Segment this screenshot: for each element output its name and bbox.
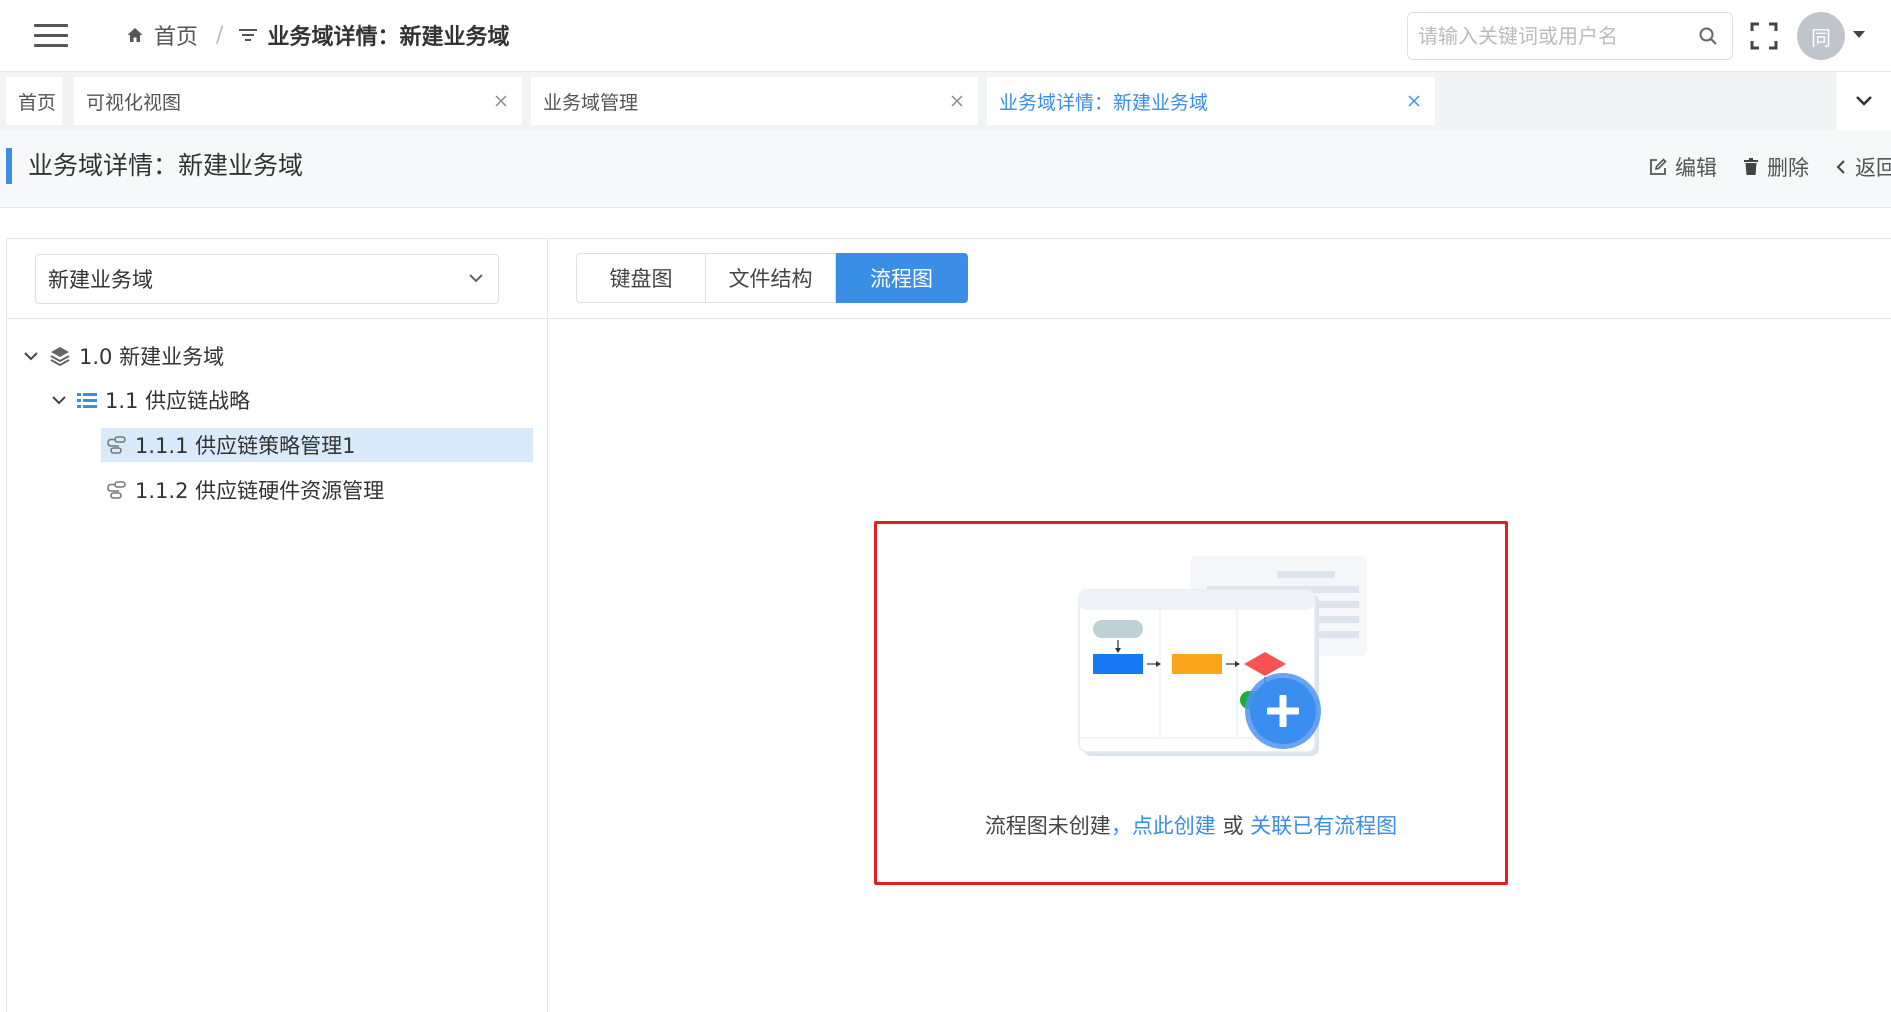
- tree-node-process-1[interactable]: 1.1.1 供应链策略管理1: [101, 428, 533, 462]
- tab-home[interactable]: 首页: [6, 77, 62, 125]
- edit-label: 编辑: [1675, 156, 1717, 180]
- page-actions: 编辑 删除 返回: [1649, 150, 1891, 184]
- chevron-down-icon: [1855, 96, 1872, 106]
- search-input[interactable]: [1418, 13, 1688, 59]
- chevron-down-icon[interactable]: [23, 350, 39, 362]
- domain-select-value: 新建业务域: [48, 268, 153, 292]
- tree-node-label: 1.1.1 供应链策略管理1: [135, 434, 356, 458]
- list-icon: [77, 393, 97, 408]
- domain-select[interactable]: 新建业务域: [35, 254, 499, 304]
- fullscreen-icon[interactable]: [1750, 22, 1778, 50]
- tree-node-label: 1.0 新建业务域: [79, 345, 225, 369]
- tree-node-strategy[interactable]: 1.1 供应链战略: [51, 383, 250, 417]
- empty-state-comma: ，: [1110, 814, 1132, 838]
- delete-label: 删除: [1767, 156, 1809, 180]
- tab-visual-view[interactable]: 可视化视图: [74, 77, 522, 125]
- domain-tree-panel: 新建业务域 1.0 新建业务域 1.1 供应链战略 1.1.1 供应链策略管理1…: [6, 238, 548, 1012]
- tab-more-button[interactable]: [1835, 72, 1891, 130]
- avatar-text: 同: [1811, 25, 1831, 50]
- flowchart-illustration: [1078, 556, 1367, 756]
- title-accent-bar: [6, 148, 12, 184]
- page-title: 业务域详情：新建业务域: [28, 151, 304, 180]
- tree-node-process-2[interactable]: 1.1.2 供应链硬件资源管理: [101, 473, 384, 507]
- menu-toggle-icon[interactable]: [34, 24, 68, 50]
- tree-node-domain[interactable]: 1.0 新建业务域: [23, 339, 224, 373]
- tab-label: 首页: [18, 91, 57, 114]
- chevron-left-icon: [1836, 160, 1845, 174]
- trash-icon: [1744, 158, 1758, 175]
- tab-label: 业务域详情：新建业务域: [999, 91, 1209, 114]
- breadcrumb: 首页 / 业务域详情：新建业务域: [126, 20, 509, 50]
- tab-label: 可视化视图: [86, 91, 182, 114]
- back-button[interactable]: 返回: [1835, 152, 1891, 182]
- process-icon: [107, 436, 126, 454]
- chevron-down-icon[interactable]: [51, 394, 67, 406]
- create-flowchart-link[interactable]: 点此创建: [1132, 814, 1216, 838]
- caret-down-icon[interactable]: [1852, 30, 1866, 40]
- tab-domain-management[interactable]: 业务域管理: [531, 77, 978, 125]
- close-icon[interactable]: [946, 90, 968, 112]
- empty-state-prefix: 流程图未创建: [984, 814, 1111, 838]
- empty-state-message: 流程图未创建，点此创建 或 关联已有流程图: [877, 810, 1505, 840]
- tab-file-structure[interactable]: 文件结构: [706, 253, 836, 303]
- panel-divider: [548, 318, 1891, 319]
- top-header: 首页 / 业务域详情：新建业务域 同: [0, 0, 1891, 72]
- close-icon[interactable]: [490, 90, 512, 112]
- view-tab-label: 键盘图: [609, 267, 673, 291]
- content-panel: 键盘图 文件结构 流程图 流程图未创建，点此创建 或 关联已有流程图: [548, 238, 1891, 1012]
- process-icon: [107, 481, 126, 499]
- chevron-down-icon: [469, 274, 483, 283]
- panel-divider: [7, 318, 547, 319]
- view-tab-label: 流程图: [870, 267, 933, 291]
- view-tabs: 键盘图 文件结构 流程图: [576, 253, 968, 303]
- link-existing-flowchart-link[interactable]: 关联已有流程图: [1250, 814, 1397, 838]
- filter-icon: [239, 29, 258, 41]
- edit-button[interactable]: 编辑: [1649, 152, 1717, 182]
- tab-domain-detail[interactable]: 业务域详情：新建业务域: [987, 77, 1435, 125]
- tab-label: 业务域管理: [543, 91, 639, 114]
- tree-node-label: 1.1.2 供应链硬件资源管理: [135, 479, 385, 503]
- empty-state-or: 或: [1215, 814, 1251, 838]
- edit-icon: [1650, 158, 1667, 175]
- breadcrumb-current-label: 业务域详情：新建业务域: [267, 25, 510, 50]
- back-label: 返回: [1855, 156, 1891, 180]
- tab-keyboard-diagram[interactable]: 键盘图: [576, 253, 706, 303]
- page-title-bar: 业务域详情：新建业务域 编辑 删除 返回: [0, 130, 1891, 208]
- view-tab-label: 文件结构: [728, 267, 813, 291]
- breadcrumb-home-label: 首页: [154, 25, 199, 50]
- tab-flowchart[interactable]: 流程图: [836, 253, 968, 303]
- search-icon[interactable]: [1698, 26, 1718, 46]
- close-icon[interactable]: [1403, 90, 1425, 112]
- home-icon: [127, 28, 143, 42]
- avatar[interactable]: 同: [1797, 12, 1845, 60]
- layers-icon: [50, 347, 70, 367]
- breadcrumb-separator: /: [216, 22, 224, 48]
- tree-node-label: 1.1 供应链战略: [105, 389, 251, 413]
- flowchart-empty-state: 流程图未创建，点此创建 或 关联已有流程图: [874, 521, 1508, 885]
- search-box: [1407, 12, 1733, 60]
- breadcrumb-current: 业务域详情：新建业务域: [239, 19, 509, 51]
- delete-button[interactable]: 删除: [1743, 152, 1809, 182]
- tab-strip: 首页 可视化视图 业务域管理 业务域详情：新建业务域: [0, 72, 1891, 130]
- breadcrumb-home[interactable]: 首页: [126, 19, 198, 51]
